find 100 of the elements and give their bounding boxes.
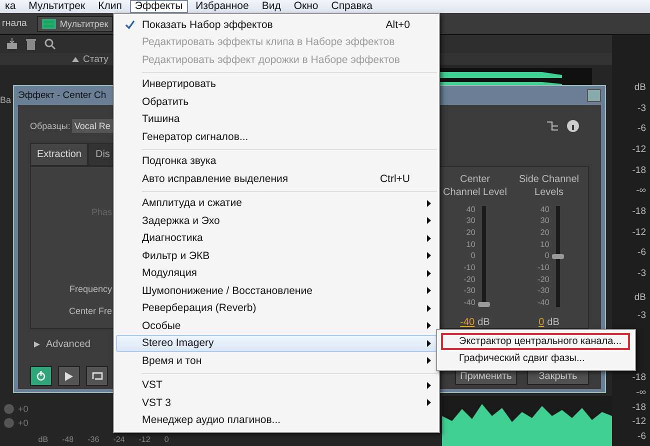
panel-label: Ва <box>0 95 12 105</box>
meter-scale-label: -12 <box>632 228 646 238</box>
menu-item[interactable]: Задержка и Эхо <box>116 212 437 230</box>
meter-scale-label: -12 <box>632 417 646 428</box>
tick-label: -10 <box>538 264 550 272</box>
advanced-toggle[interactable]: Advanced <box>30 339 90 350</box>
tick-label: -20 <box>464 276 476 284</box>
frequency-label: Frequency <box>69 284 112 294</box>
tab[interactable]: Extraction <box>30 143 88 166</box>
routing-icon[interactable] <box>547 120 559 132</box>
loop-button[interactable] <box>86 366 108 386</box>
menu-item[interactable]: Stereo Imagery <box>116 334 437 352</box>
meter-scale-label: -12 <box>632 144 646 155</box>
menubar-item[interactable]: Эффекты <box>130 0 188 13</box>
tick-label: -20 <box>538 276 550 284</box>
workspace-tab[interactable]: гнала <box>0 18 29 29</box>
tick-label: -10 <box>464 264 476 272</box>
menu-item[interactable]: Реверберация (Reverb) <box>116 300 437 317</box>
tick-label: 20 <box>540 229 550 238</box>
ruler-label: -24 <box>113 435 125 444</box>
menu-item[interactable]: Инвертировать <box>116 76 437 93</box>
knob-value: +0 <box>18 404 28 414</box>
meter-scale-label: -6 <box>638 432 646 442</box>
menu-item[interactable]: Диагностика <box>116 230 437 247</box>
meter-scale-label: -3 <box>638 104 646 114</box>
play-button[interactable] <box>58 366 80 386</box>
slider-label: Center Channel Level <box>442 173 508 200</box>
slider-thumb[interactable] <box>478 302 490 307</box>
tick-label: 10 <box>540 240 550 249</box>
search-icon[interactable] <box>44 38 56 50</box>
tick-label: 40 <box>466 206 476 214</box>
menu-item[interactable]: Время и тон <box>116 352 437 370</box>
trash-icon[interactable] <box>26 38 36 50</box>
slider-thumb[interactable] <box>552 254 564 259</box>
meter-scale-label: dB <box>634 83 646 93</box>
knob-value: +0 <box>18 418 28 428</box>
play-icon <box>65 372 73 380</box>
menubar-item[interactable]: Справка <box>326 0 378 13</box>
menubar-item[interactable]: Вид <box>256 0 286 13</box>
column-header[interactable]: Стату <box>83 54 108 64</box>
menu-item[interactable]: Модуляция <box>116 264 437 282</box>
meter-scale-label: -6 <box>638 248 646 258</box>
import-icon[interactable] <box>6 38 18 50</box>
menu-item[interactable]: Менеджер аудио плагинов... <box>116 412 437 429</box>
loop-icon <box>92 372 102 380</box>
tick-label: -40 <box>464 299 476 307</box>
menu-item[interactable]: Показать Набор эффектов Alt+0 <box>116 16 437 34</box>
tick-label: 10 <box>466 240 476 249</box>
dialog-title: Эффект - Center Ch <box>18 90 106 101</box>
power-button[interactable] <box>30 366 52 386</box>
meter-scale-label: -∞ <box>636 186 646 196</box>
slider-value[interactable]: -40 <box>460 317 475 328</box>
menu-item[interactable]: Авто исправление выделения Ctrl+U <box>116 170 437 188</box>
meter-scale-label: -18 <box>632 206 646 217</box>
menubar-item[interactable]: Клип <box>93 0 127 13</box>
menu-item[interactable]: Графический сдвиг фазы... <box>441 350 593 367</box>
menu-item[interactable]: Тишина <box>116 110 437 128</box>
menubar-item[interactable]: Избранное <box>190 0 254 13</box>
power-icon <box>36 371 46 381</box>
menu-item[interactable]: VST 3 <box>116 394 437 412</box>
menu-item[interactable]: Фильтр и ЭКВ <box>116 247 437 264</box>
menu-item[interactable]: Особые <box>116 317 437 334</box>
slider-value[interactable]: 0 <box>538 317 544 328</box>
center-frequency-label: Center Fre <box>68 306 112 316</box>
menu-item[interactable]: Экстрактор центрального канала... <box>441 333 630 350</box>
triangle-icon[interactable] <box>72 56 79 62</box>
triangle-icon <box>34 341 40 348</box>
menu-item[interactable]: VST <box>116 376 437 394</box>
menu-item[interactable]: Шумопонижение / Восстановление <box>116 282 437 300</box>
unit-label: dB <box>478 317 490 328</box>
menubar-item[interactable]: Мультитрек <box>24 0 90 13</box>
meter-scale-label: -6 <box>638 124 646 134</box>
menu-item[interactable]: Подгонка звука <box>116 152 437 170</box>
meter-scale-label: -∞ <box>636 388 646 398</box>
multitrack-button[interactable]: Мультитрек <box>36 16 114 32</box>
unit-label: dB <box>547 317 560 328</box>
presets-label: Образцы: <box>30 121 70 131</box>
meter-scale-label: -18 <box>632 402 646 412</box>
menu-item[interactable]: Генератор сигналов... <box>116 128 437 146</box>
close-button[interactable] <box>587 89 601 102</box>
info-icon[interactable] <box>567 120 579 132</box>
menu-item[interactable]: Амплитуда и сжатие <box>116 194 437 212</box>
menu-item[interactable]: Обратить <box>116 93 437 110</box>
tick-label: 30 <box>466 217 476 226</box>
slider-label: Side Channel Levels <box>518 173 580 200</box>
tick-label: -30 <box>538 287 550 296</box>
tick-label: 20 <box>466 229 476 238</box>
tick-label: 40 <box>540 206 550 214</box>
menubar-item[interactable]: ка <box>0 0 21 13</box>
ruler-label: dB <box>38 435 48 444</box>
meter-scale-label: -3 <box>638 268 646 279</box>
menubar-item[interactable]: Окно <box>288 0 324 13</box>
meter-scale-label: -18 <box>632 166 646 176</box>
ruler-label: -48 <box>62 435 74 444</box>
tick-label: -30 <box>464 287 476 296</box>
ruler-label: -36 <box>88 435 100 444</box>
tick-label: 0 <box>544 252 550 260</box>
ruler-label: -12 <box>138 435 150 444</box>
tick-label: 30 <box>540 217 550 226</box>
multitrack-icon <box>42 18 56 28</box>
